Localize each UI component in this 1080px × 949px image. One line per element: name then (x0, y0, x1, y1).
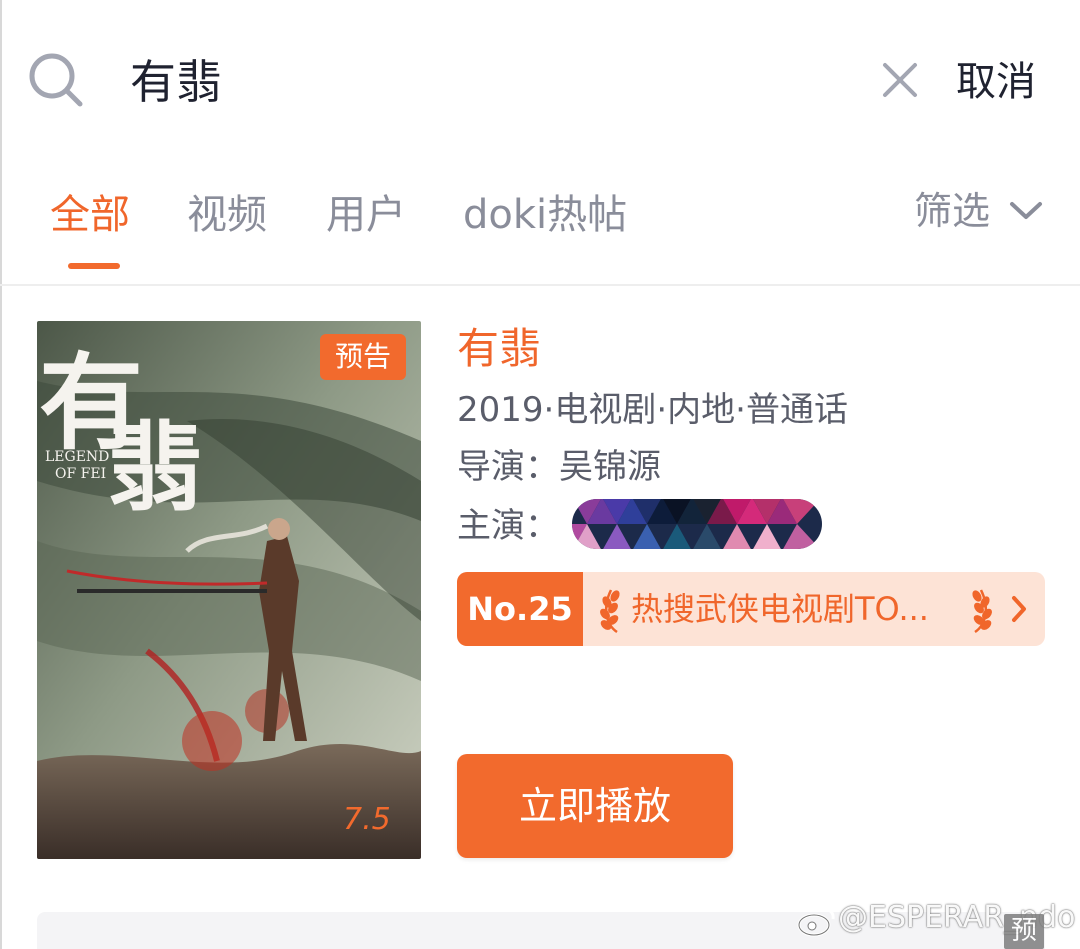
ranking-banner[interactable]: No.25 热搜武侠电视剧TO... (457, 572, 1045, 646)
poster-subtitle-art-2: OF FEI (55, 466, 106, 482)
filter-button[interactable]: 筛选 (914, 184, 990, 238)
active-tab-indicator (68, 263, 120, 269)
cast-redacted-mosaic (572, 499, 822, 549)
play-now-button[interactable]: 立即播放 (457, 754, 733, 858)
tab-video[interactable]: 视频 (187, 188, 267, 242)
trailer-badge: 预告 (320, 334, 406, 380)
poster-title-art-2: 翡 (107, 411, 203, 524)
rank-number: No.25 (457, 572, 583, 646)
tab-all[interactable]: 全部 (50, 188, 130, 242)
chevron-down-icon[interactable] (1008, 196, 1044, 224)
rank-title: 热搜武侠电视剧TO... (631, 590, 929, 628)
header-divider (0, 284, 1080, 286)
laurel-left-icon (600, 589, 620, 634)
search-results-screen: 有翡 取消 全部 视频 用户 doki热帖 筛选 有 翡 LEGEND OF F… (0, 0, 1080, 949)
clear-icon[interactable] (880, 60, 920, 100)
screen-edge (0, 0, 2, 949)
tab-doki-posts[interactable]: doki热帖 (463, 188, 627, 242)
poster-image[interactable]: 有 翡 LEGEND OF FEI (37, 321, 421, 859)
cancel-button[interactable]: 取消 (956, 55, 1036, 109)
result-meta: 2019·电视剧·内地·普通话 (457, 390, 848, 430)
rating-score: 7.5 (343, 802, 391, 837)
chevron-right-icon (1012, 596, 1026, 622)
laurel-right-icon (972, 589, 992, 634)
search-icon[interactable] (28, 52, 84, 108)
poster-art: 有 翡 LEGEND OF FEI (37, 321, 421, 859)
weibo-logo-icon (797, 907, 835, 937)
poster-subtitle-art: LEGEND (45, 449, 109, 465)
cast-label: 主演： (457, 506, 559, 546)
watermark-box: 预 (1004, 914, 1044, 949)
result-title[interactable]: 有翡 (457, 323, 541, 375)
search-input[interactable]: 有翡 (130, 54, 222, 110)
director-line: 导演：吴锦源 (457, 447, 661, 487)
tab-user[interactable]: 用户 (326, 188, 406, 242)
